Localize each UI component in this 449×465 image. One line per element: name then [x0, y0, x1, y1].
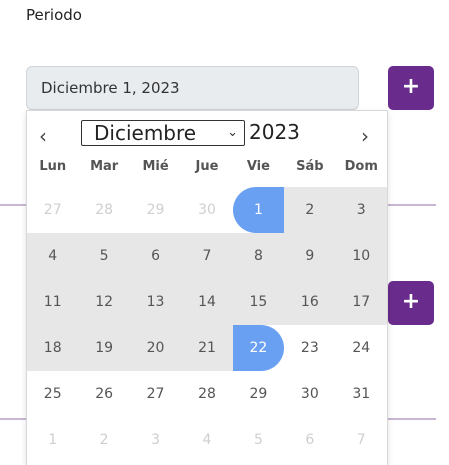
calendar-day[interactable]: 17	[335, 279, 387, 325]
weekday-label: Mié	[142, 159, 169, 174]
calendar-day-outside[interactable]: 30	[181, 187, 232, 233]
calendar-day[interactable]: 9	[284, 233, 336, 279]
calendar-day[interactable]: 24	[336, 325, 387, 371]
calendar-day[interactable]: 5	[78, 233, 130, 279]
calendar-day-range-end[interactable]: 22	[232, 325, 285, 371]
calendar-day[interactable]: 16	[284, 279, 336, 325]
calendar-day-outside[interactable]: 6	[284, 417, 335, 463]
weekday-label: Vie	[246, 159, 270, 174]
month-select[interactable]: Diciembre ⌄	[81, 120, 245, 146]
calendar-day[interactable]: 13	[129, 279, 182, 325]
calendar-day-outside[interactable]: 28	[78, 187, 129, 233]
days-grid: 27 28 29 30 1 2 3 4 5 6 7 8 9 10 11 12 13 14 15 16 17 18 19 20 2…	[27, 187, 387, 463]
year-label: 2023	[249, 120, 300, 144]
prev-month-icon[interactable]: ‹	[39, 124, 47, 148]
calendar-day-outside[interactable]: 5	[233, 417, 284, 463]
calendar-day[interactable]: 12	[78, 279, 130, 325]
weekday-label: Mar	[90, 159, 119, 174]
calendar-day[interactable]: 7	[181, 233, 233, 279]
calendar-day[interactable]: 3	[335, 187, 387, 233]
calendar-day[interactable]: 15	[232, 279, 285, 325]
periodo-label: Periodo	[26, 6, 82, 24]
calendar-day-outside[interactable]: 29	[130, 187, 181, 233]
calendar-popup: ‹ Diciembre ⌄ 2023 › Lun Mar Mié Jue Vie Sáb D…	[26, 110, 388, 465]
calendar-day-outside[interactable]: 1	[27, 417, 78, 463]
calendar-day[interactable]: 10	[335, 233, 387, 279]
month-select-value: Diciembre	[94, 121, 197, 145]
calendar-day[interactable]: 26	[78, 371, 129, 417]
calendar-week-row: 1234567	[27, 417, 387, 463]
calendar-day[interactable]: 14	[181, 279, 233, 325]
date-input[interactable]: Diciembre 1, 2023	[26, 66, 359, 110]
divider-line	[386, 204, 436, 206]
divider-line	[0, 204, 26, 206]
calendar-day[interactable]: 2	[284, 187, 336, 233]
calendar-day[interactable]: 20	[129, 325, 182, 371]
calendar-day-outside[interactable]: 2	[78, 417, 129, 463]
calendar-day[interactable]: 6	[129, 233, 182, 279]
calendar-week-row: 4 5 6 7 8 9 10	[27, 233, 387, 279]
calendar-week-row: 18 19 20 21 22 23 24	[27, 325, 387, 371]
calendar-day[interactable]: 23	[284, 325, 335, 371]
calendar-day[interactable]: 18	[27, 325, 79, 371]
calendar-header: ‹ Diciembre ⌄ 2023 ›	[27, 111, 387, 155]
calendar-day[interactable]: 31	[336, 371, 387, 417]
weekday-label: Jue	[195, 159, 219, 174]
calendar-day-range-start[interactable]: 1	[232, 187, 285, 233]
calendar-day[interactable]: 30	[284, 371, 335, 417]
calendar-day[interactable]: 27	[130, 371, 181, 417]
calendar-week-row: 11 12 13 14 15 16 17	[27, 279, 387, 325]
calendar-week-row: 27 28 29 30 1 2 3	[27, 187, 387, 233]
add-button-top[interactable]: +	[388, 66, 434, 110]
calendar-day[interactable]: 4	[27, 233, 79, 279]
weekday-label: Lun	[39, 159, 67, 174]
divider-line	[0, 418, 26, 420]
add-button-mid[interactable]: +	[388, 281, 434, 325]
weekday-label: Sáb	[296, 159, 324, 174]
calendar-day[interactable]: 8	[232, 233, 285, 279]
divider-line	[386, 418, 436, 420]
chevron-down-icon: ⌄	[227, 125, 238, 140]
calendar-day-outside[interactable]: 27	[27, 187, 78, 233]
calendar-day[interactable]: 19	[78, 325, 130, 371]
calendar-day[interactable]: 21	[181, 325, 233, 371]
calendar-day-outside[interactable]: 3	[130, 417, 181, 463]
calendar-week-row: 25 26 27 28 29 30 31	[27, 371, 387, 417]
weekday-label: Dom	[344, 159, 378, 174]
next-month-icon[interactable]: ›	[361, 124, 369, 148]
calendar-day[interactable]: 29	[233, 371, 284, 417]
calendar-day-outside[interactable]: 4	[181, 417, 232, 463]
calendar-day[interactable]: 28	[181, 371, 232, 417]
calendar-day-outside[interactable]: 7	[336, 417, 387, 463]
calendar-day[interactable]: 25	[27, 371, 78, 417]
weekday-row: Lun Mar Mié Jue Vie Sáb Dom	[27, 159, 387, 179]
calendar-day[interactable]: 11	[27, 279, 79, 325]
